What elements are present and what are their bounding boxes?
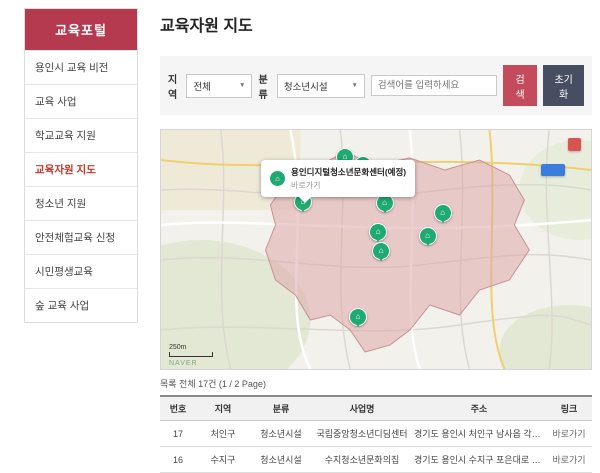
resource-map[interactable]: ⌂ ⌂ ⌂ ⌂ ⌂ ⌂ ⌂ ⌂ ⌂ ⌂ 용인디지털청소년문화센터(예정) 바로가… (160, 129, 592, 370)
map-marker[interactable]: ⌂ (372, 242, 390, 260)
category-select[interactable]: 청소년시설 ▼ (277, 74, 365, 98)
sidebar-item-vision[interactable]: 용인시 교육 비전 (25, 50, 137, 84)
facility-marker-icon: ⌂ (356, 313, 361, 321)
cell-region: 수지구 (196, 447, 250, 473)
cell-no: 16 (160, 447, 196, 473)
col-header-region: 지역 (196, 396, 250, 421)
map-marker[interactable]: ⌂ (419, 227, 437, 245)
map-marker[interactable]: ⌂ (434, 204, 452, 222)
map-tooltip: ⌂ 용인디지털청소년문화센터(예정) 바로가기 (261, 160, 415, 197)
map-attribution: NAVER (169, 360, 198, 367)
chevron-down-icon: ▼ (351, 82, 357, 89)
facility-marker-icon: ⌂ (379, 247, 384, 255)
region-select-value: 전체 (193, 79, 210, 93)
tooltip-go-link[interactable]: 바로가기 (291, 180, 406, 191)
chevron-down-icon: ▼ (239, 82, 245, 89)
row-go-link[interactable]: 바로가기 (552, 429, 585, 439)
main-content: 교육자원 지도 지역 전체 ▼ 분류 청소년시설 ▼ 검색 초기화 (160, 8, 592, 473)
search-input[interactable] (371, 75, 497, 96)
col-header-name: 사업명 (312, 396, 412, 421)
table-row: 16 수지구 청소년시설 수지청소년문화의집 경기도 용인시 수지구 포은대로 … (160, 447, 592, 473)
facility-marker-icon: ⌂ (425, 232, 430, 240)
sidebar-item-safety-education[interactable]: 안전체험교육 신청 (25, 220, 137, 254)
reset-button[interactable]: 초기화 (543, 65, 584, 106)
map-marker[interactable]: ⌂ (349, 308, 367, 326)
row-go-link[interactable]: 바로가기 (552, 455, 585, 465)
facility-marker-icon: ⌂ (382, 199, 387, 207)
col-header-address: 주소 (412, 396, 546, 421)
cell-region: 처인구 (196, 421, 250, 447)
map-marker[interactable]: ⌂ (369, 223, 387, 241)
scale-text: 250m (169, 344, 187, 351)
category-label: 분류 (258, 71, 270, 101)
table-header-row: 번호 지역 분류 사업명 주소 링크 (160, 396, 592, 421)
sidebar-item-projects[interactable]: 교육 사업 (25, 84, 137, 118)
col-header-link: 링크 (546, 396, 592, 421)
sidebar-item-school-support[interactable]: 학교교육 지원 (25, 118, 137, 152)
facility-marker-icon: ⌂ (440, 209, 445, 217)
filter-bar: 지역 전체 ▼ 분류 청소년시설 ▼ 검색 초기화 (160, 56, 592, 115)
region-select[interactable]: 전체 ▼ (186, 74, 252, 98)
cell-category: 청소년시설 (250, 447, 312, 473)
col-header-category: 분류 (250, 396, 312, 421)
col-header-no: 번호 (160, 396, 196, 421)
sidebar-item-youth-support[interactable]: 청소년 지원 (25, 186, 137, 220)
cell-category: 청소년시설 (250, 421, 312, 447)
facility-marker-icon: ⌂ (275, 174, 280, 183)
map-marker[interactable]: ⌂ (376, 194, 394, 212)
sidebar-item-forest-education[interactable]: 숲 교육 사업 (25, 288, 137, 322)
map-label-red (568, 138, 581, 151)
page-title: 교육자원 지도 (160, 12, 592, 36)
portal-title[interactable]: 교육포털 (25, 9, 137, 50)
facility-marker-icon: ⌂ (376, 228, 381, 236)
cell-address: 경기도 용인시 수지구 포은대로 435(죽전동 피렌체하우스) (412, 447, 546, 473)
scale-bar-line (169, 352, 213, 357)
table-row: 17 처인구 청소년시설 국립중앙청소년디딤센터 경기도 용인시 처인구 남사읍… (160, 421, 592, 447)
list-summary: 목록 전체 17건 (1 / 2 Page) (160, 377, 592, 390)
cell-name: 수지청소년문화의집 (312, 447, 412, 473)
search-button[interactable]: 검색 (503, 65, 537, 106)
cell-name: 국립중앙청소년디딤센터 (312, 421, 412, 447)
cell-address: 경기도 용인시 처인구 남사읍 각궁로 252-76 (412, 421, 546, 447)
region-label: 지역 (168, 71, 180, 101)
map-label-blue (541, 164, 565, 176)
resource-table: 번호 지역 분류 사업명 주소 링크 17 처인구 청소년시설 국립중앙청소년디… (160, 395, 592, 473)
map-scalebar: 250m (169, 344, 213, 357)
cell-no: 17 (160, 421, 196, 447)
sidebar-item-lifelong-education[interactable]: 시민평생교육 (25, 254, 137, 288)
tooltip-title: 용인디지털청소년문화센터(예정) (291, 166, 406, 178)
sidebar: 교육포털 용인시 교육 비전 교육 사업 학교교육 지원 교육자원 지도 청소년… (24, 8, 138, 323)
category-select-value: 청소년시설 (284, 79, 328, 93)
tooltip-pin-icon: ⌂ (270, 171, 285, 186)
sidebar-item-resource-map[interactable]: 교육자원 지도 (25, 152, 137, 186)
